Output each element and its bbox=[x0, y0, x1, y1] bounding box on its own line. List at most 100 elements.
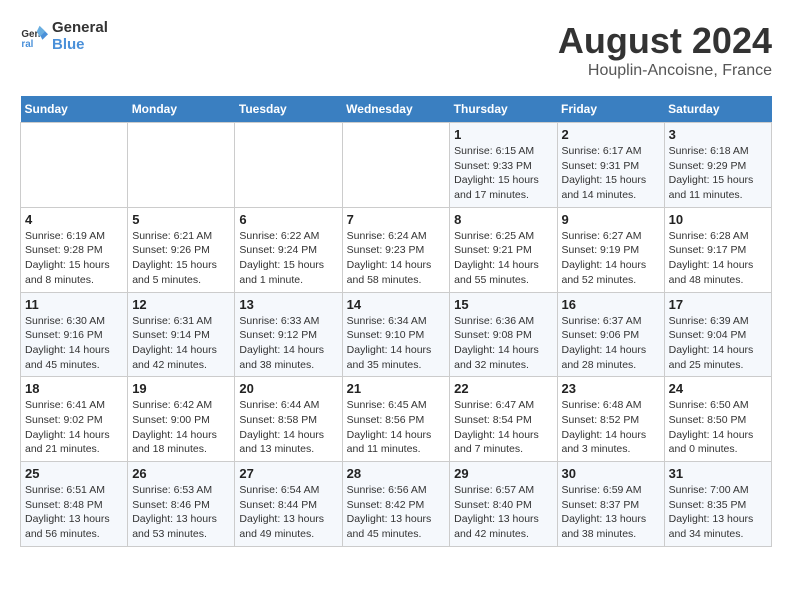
day-cell: 31 Sunrise: 7:00 AMSunset: 8:35 PMDayligh… bbox=[664, 462, 771, 547]
day-number: 24 bbox=[669, 381, 767, 396]
col-header-saturday: Saturday bbox=[664, 96, 771, 123]
day-info: Sunrise: 6:22 AMSunset: 9:24 PMDaylight:… bbox=[239, 229, 337, 288]
day-info: Sunrise: 6:56 AMSunset: 8:42 PMDaylight:… bbox=[347, 483, 446, 542]
day-cell: 12Sunrise: 6:31 AMSunset: 9:14 PMDayligh… bbox=[128, 292, 235, 377]
day-info: Sunrise: 6:45 AMSunset: 8:56 PMDaylight:… bbox=[347, 398, 446, 457]
day-number: 27 bbox=[239, 466, 337, 481]
day-number: 5 bbox=[132, 212, 230, 227]
day-cell bbox=[128, 123, 235, 208]
logo-line2: Blue bbox=[52, 37, 108, 54]
day-info: Sunrise: 6:31 AMSunset: 9:14 PMDaylight:… bbox=[132, 314, 230, 373]
day-info: Sunrise: 6:50 AMSunset: 8:50 PMDaylight:… bbox=[669, 398, 767, 457]
day-cell: 19 Sunrise: 6:42 AMSunset: 9:00 PMDayligh… bbox=[128, 377, 235, 462]
day-cell: 18 Sunrise: 6:41 AMSunset: 9:02 PMDayligh… bbox=[21, 377, 128, 462]
day-cell bbox=[235, 123, 342, 208]
col-header-tuesday: Tuesday bbox=[235, 96, 342, 123]
day-info: Sunrise: 6:33 AMSunset: 9:12 PMDaylight:… bbox=[239, 314, 337, 373]
day-number: 21 bbox=[347, 381, 446, 396]
day-cell: 27 Sunrise: 6:54 AMSunset: 8:44 PMDayligh… bbox=[235, 462, 342, 547]
day-info: Sunrise: 6:34 AMSunset: 9:10 PMDaylight:… bbox=[347, 314, 446, 373]
col-header-thursday: Thursday bbox=[450, 96, 557, 123]
day-info: Sunrise: 6:30 AMSunset: 9:16 PMDaylight:… bbox=[25, 314, 123, 373]
day-info: Sunrise: 6:42 AMSunset: 9:00 PMDaylight:… bbox=[132, 398, 230, 457]
day-number: 18 bbox=[25, 381, 123, 396]
day-number: 17 bbox=[669, 297, 767, 312]
day-number: 7 bbox=[347, 212, 446, 227]
day-number: 26 bbox=[132, 466, 230, 481]
day-info: Sunrise: 7:00 AMSunset: 8:35 PMDaylight:… bbox=[669, 483, 767, 542]
title-area: August 2024 Houplin-Ancoisne, France bbox=[558, 20, 772, 80]
day-number: 19 bbox=[132, 381, 230, 396]
day-info: Sunrise: 6:47 AMSunset: 8:54 PMDaylight:… bbox=[454, 398, 552, 457]
week-row-1: 1 Sunrise: 6:15 AMSunset: 9:33 PMDaylight… bbox=[21, 123, 772, 208]
day-cell: 16 Sunrise: 6:37 AMSunset: 9:06 PMDayligh… bbox=[557, 292, 664, 377]
day-number: 1 bbox=[454, 127, 552, 142]
day-number: 15 bbox=[454, 297, 552, 312]
day-cell bbox=[21, 123, 128, 208]
day-info: Sunrise: 6:59 AMSunset: 8:37 PMDaylight:… bbox=[562, 483, 660, 542]
day-cell: 22Sunrise: 6:47 AMSunset: 8:54 PMDayligh… bbox=[450, 377, 557, 462]
page-title: August 2024 bbox=[558, 20, 772, 62]
day-cell: 2Sunrise: 6:17 AMSunset: 9:31 PMDaylight… bbox=[557, 123, 664, 208]
page-subtitle: Houplin-Ancoisne, France bbox=[558, 62, 772, 80]
day-number: 4 bbox=[25, 212, 123, 227]
day-info: Sunrise: 6:24 AMSunset: 9:23 PMDaylight:… bbox=[347, 229, 446, 288]
day-cell: 29Sunrise: 6:57 AMSunset: 8:40 PMDayligh… bbox=[450, 462, 557, 547]
day-cell: 13 Sunrise: 6:33 AMSunset: 9:12 PMDayligh… bbox=[235, 292, 342, 377]
logo-icon: Gene ral bbox=[20, 23, 48, 51]
logo: Gene ral General Blue bbox=[20, 20, 108, 53]
day-cell: 24 Sunrise: 6:50 AMSunset: 8:50 PMDayligh… bbox=[664, 377, 771, 462]
day-info: Sunrise: 6:27 AMSunset: 9:19 PMDaylight:… bbox=[562, 229, 660, 288]
col-header-sunday: Sunday bbox=[21, 96, 128, 123]
week-row-2: 4 Sunrise: 6:19 AMSunset: 9:28 PMDaylight… bbox=[21, 207, 772, 292]
week-row-4: 18 Sunrise: 6:41 AMSunset: 9:02 PMDayligh… bbox=[21, 377, 772, 462]
day-cell: 11 Sunrise: 6:30 AMSunset: 9:16 PMDayligh… bbox=[21, 292, 128, 377]
day-cell: 17Sunrise: 6:39 AMSunset: 9:04 PMDayligh… bbox=[664, 292, 771, 377]
svg-text:ral: ral bbox=[21, 38, 33, 49]
day-info: Sunrise: 6:51 AMSunset: 8:48 PMDaylight:… bbox=[25, 483, 123, 542]
day-number: 8 bbox=[454, 212, 552, 227]
day-info: Sunrise: 6:44 AMSunset: 8:58 PMDaylight:… bbox=[239, 398, 337, 457]
week-row-3: 11 Sunrise: 6:30 AMSunset: 9:16 PMDayligh… bbox=[21, 292, 772, 377]
day-number: 16 bbox=[562, 297, 660, 312]
day-number: 2 bbox=[562, 127, 660, 142]
day-info: Sunrise: 6:54 AMSunset: 8:44 PMDaylight:… bbox=[239, 483, 337, 542]
day-info: Sunrise: 6:41 AMSunset: 9:02 PMDaylight:… bbox=[25, 398, 123, 457]
day-info: Sunrise: 6:28 AMSunset: 9:17 PMDaylight:… bbox=[669, 229, 767, 288]
day-info: Sunrise: 6:48 AMSunset: 8:52 PMDaylight:… bbox=[562, 398, 660, 457]
day-cell: 26Sunrise: 6:53 AMSunset: 8:46 PMDayligh… bbox=[128, 462, 235, 547]
day-cell: 3 Sunrise: 6:18 AMSunset: 9:29 PMDaylight… bbox=[664, 123, 771, 208]
day-info: Sunrise: 6:37 AMSunset: 9:06 PMDaylight:… bbox=[562, 314, 660, 373]
day-number: 31 bbox=[669, 466, 767, 481]
col-header-monday: Monday bbox=[128, 96, 235, 123]
day-cell: 30 Sunrise: 6:59 AMSunset: 8:37 PMDayligh… bbox=[557, 462, 664, 547]
day-number: 30 bbox=[562, 466, 660, 481]
day-number: 6 bbox=[239, 212, 337, 227]
day-info: Sunrise: 6:36 AMSunset: 9:08 PMDaylight:… bbox=[454, 314, 552, 373]
day-cell: 10 Sunrise: 6:28 AMSunset: 9:17 PMDayligh… bbox=[664, 207, 771, 292]
day-cell bbox=[342, 123, 450, 208]
day-number: 29 bbox=[454, 466, 552, 481]
day-number: 23 bbox=[562, 381, 660, 396]
day-cell: 8Sunrise: 6:25 AMSunset: 9:21 PMDaylight… bbox=[450, 207, 557, 292]
day-cell: 20 Sunrise: 6:44 AMSunset: 8:58 PMDayligh… bbox=[235, 377, 342, 462]
day-cell: 23 Sunrise: 6:48 AMSunset: 8:52 PMDayligh… bbox=[557, 377, 664, 462]
day-cell: 25 Sunrise: 6:51 AMSunset: 8:48 PMDayligh… bbox=[21, 462, 128, 547]
day-cell: 5Sunrise: 6:21 AMSunset: 9:26 PMDaylight… bbox=[128, 207, 235, 292]
day-number: 10 bbox=[669, 212, 767, 227]
day-info: Sunrise: 6:18 AMSunset: 9:29 PMDaylight:… bbox=[669, 144, 767, 203]
day-info: Sunrise: 6:19 AMSunset: 9:28 PMDaylight:… bbox=[25, 229, 123, 288]
day-number: 20 bbox=[239, 381, 337, 396]
day-cell: 4 Sunrise: 6:19 AMSunset: 9:28 PMDaylight… bbox=[21, 207, 128, 292]
day-number: 13 bbox=[239, 297, 337, 312]
header-row: SundayMondayTuesdayWednesdayThursdayFrid… bbox=[21, 96, 772, 123]
day-number: 3 bbox=[669, 127, 767, 142]
day-number: 25 bbox=[25, 466, 123, 481]
day-cell: 14Sunrise: 6:34 AMSunset: 9:10 PMDayligh… bbox=[342, 292, 450, 377]
day-cell: 1 Sunrise: 6:15 AMSunset: 9:33 PMDaylight… bbox=[450, 123, 557, 208]
day-cell: 7 Sunrise: 6:24 AMSunset: 9:23 PMDaylight… bbox=[342, 207, 450, 292]
day-number: 11 bbox=[25, 297, 123, 312]
day-cell: 15 Sunrise: 6:36 AMSunset: 9:08 PMDayligh… bbox=[450, 292, 557, 377]
day-info: Sunrise: 6:15 AMSunset: 9:33 PMDaylight:… bbox=[454, 144, 552, 203]
header: Gene ral General Blue August 2024 Houpli… bbox=[20, 20, 772, 80]
